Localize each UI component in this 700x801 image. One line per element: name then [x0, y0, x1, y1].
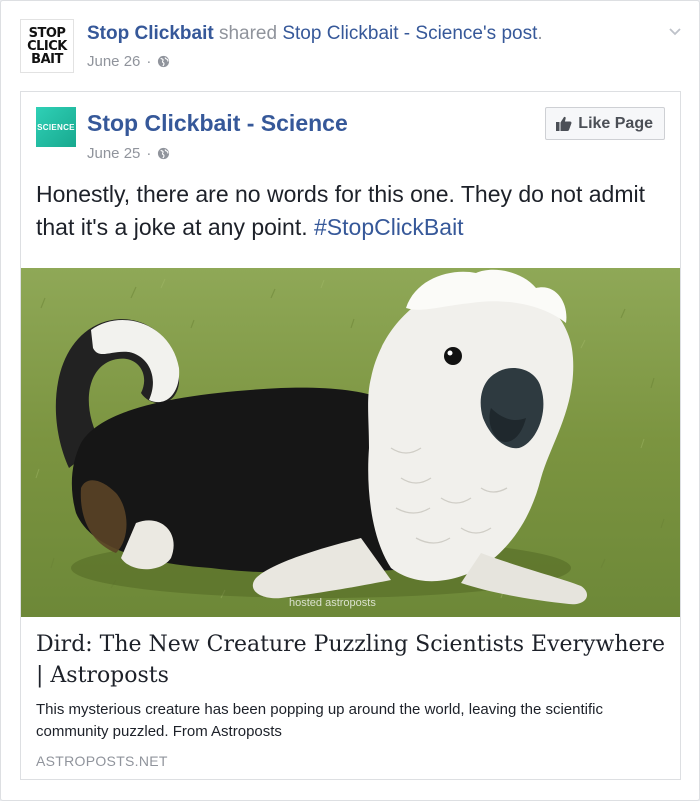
share-line: Stop Clickbait shared Stop Clickbait - S…: [87, 23, 659, 45]
link-preview-domain: ASTROPOSTS.NET: [36, 753, 168, 769]
globe-icon: [158, 55, 170, 68]
logo-line-2: CLICK: [27, 38, 67, 54]
like-thumb-icon: [556, 116, 572, 131]
shared-dot: .: [537, 23, 543, 44]
inner-date-line: June 25 ·: [87, 145, 170, 162]
hashtag-link[interactable]: #StopClickBait: [314, 214, 464, 240]
shared-original-post: SCIENCE Stop Clickbait - Science June 25…: [20, 91, 681, 780]
globe-icon: [158, 147, 170, 160]
like-page-label: Like Page: [578, 114, 653, 132]
page-avatar[interactable]: SCIENCE: [36, 107, 76, 147]
post-date-line: June 26 ·: [87, 53, 659, 70]
image-watermark: hosted astroposts: [289, 597, 376, 609]
link-preview-title[interactable]: Dird: The New Creature Puzzling Scientis…: [36, 629, 666, 691]
shared-suffix: 's: [483, 23, 497, 44]
post-message: Honestly, there are no words for this on…: [36, 178, 666, 244]
like-page-button[interactable]: Like Page: [545, 107, 665, 140]
shared-post-card: STOP CLICK BAIT Stop Clickbait shared St…: [0, 0, 700, 801]
sharer-name-link[interactable]: Stop Clickbait: [87, 23, 214, 44]
post-header: Stop Clickbait shared Stop Clickbait - S…: [87, 23, 659, 70]
shared-page-link[interactable]: Stop Clickbait - Science: [282, 23, 483, 44]
logo-line-3: BAIT: [31, 51, 63, 67]
shared-word: shared: [218, 23, 278, 44]
page-name-link[interactable]: Stop Clickbait - Science: [87, 110, 348, 137]
chevron-down-icon[interactable]: [667, 23, 683, 39]
post-date[interactable]: June 26: [87, 53, 140, 70]
logo-line-1: STOP: [28, 25, 66, 41]
sharer-avatar[interactable]: STOP CLICK BAIT: [20, 19, 74, 73]
inner-post-date[interactable]: June 25: [87, 145, 140, 162]
shared-post-link[interactable]: post: [501, 23, 537, 44]
date-separator: ·: [146, 53, 152, 70]
post-image[interactable]: hosted astroposts: [21, 268, 680, 617]
dird-photo: hosted astroposts: [21, 268, 680, 617]
inner-date-separator: ·: [146, 145, 152, 162]
link-preview-description: This mysterious creature has been poppin…: [36, 701, 603, 740]
